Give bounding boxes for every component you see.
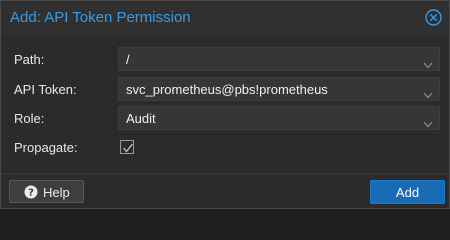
chevron-down-icon[interactable] [423,86,433,99]
role-combobox[interactable]: Audit [118,106,440,130]
add-label: Add [395,185,420,200]
api-token-row: API Token: svc_prometheus@pbs!prometheus [1,77,449,101]
api-token-combobox[interactable]: svc_prometheus@pbs!prometheus [118,77,440,101]
propagate-checkbox[interactable] [120,140,134,154]
checkmark-icon [123,143,134,153]
close-icon[interactable] [424,8,443,27]
question-circle-icon: ? [24,185,38,199]
propagate-label: Propagate: [14,140,78,155]
chevron-down-icon[interactable] [423,56,433,69]
path-value: / [126,52,130,67]
path-label: Path: [14,52,45,67]
api-token-value: svc_prometheus@pbs!prometheus [126,82,328,97]
svg-text:?: ? [28,188,34,199]
role-row: Role: Audit [1,106,449,130]
add-button[interactable]: Add [370,180,445,204]
help-button[interactable]: ? Help [9,180,84,203]
add-api-token-permission-dialog: Add: API Token Permission Path: / API To… [0,0,450,209]
api-token-label: API Token: [14,82,77,97]
help-label: Help [43,185,70,200]
path-row: Path: / [1,47,449,71]
dialog-title: Add: API Token Permission [10,9,191,26]
role-label: Role: [14,111,45,126]
dialog-titlebar: Add: API Token Permission [1,1,449,35]
role-value: Audit [126,111,156,126]
path-combobox[interactable]: / [118,47,440,71]
propagate-row: Propagate: [1,135,449,159]
dialog-footer: ? Help Add [1,173,449,208]
chevron-down-icon[interactable] [423,115,433,128]
